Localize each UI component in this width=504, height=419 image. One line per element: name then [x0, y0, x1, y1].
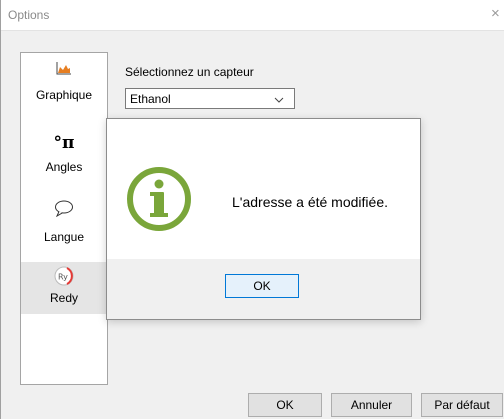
sidebar-item-redy[interactable]: Ry Redy: [21, 262, 107, 314]
sensor-dropdown[interactable]: Ethanol: [125, 88, 295, 109]
sidebar: Graphique °π Angles Langue Ry Redy: [20, 52, 108, 385]
window-title: Options: [8, 8, 50, 22]
redy-logo-icon: Ry: [21, 266, 107, 289]
cancel-button[interactable]: Annuler: [331, 393, 412, 417]
options-window: Options × Graphique °π Angles Langue Ry …: [0, 0, 504, 419]
degree-pi-icon: °π: [53, 133, 75, 153]
svg-text:Ry: Ry: [58, 273, 68, 282]
sensor-selected-value: Ethanol: [130, 92, 171, 106]
chevron-down-icon: [274, 93, 284, 107]
default-button[interactable]: Par défaut: [421, 393, 503, 417]
chart-icon: [21, 61, 107, 78]
sidebar-item-label: Langue: [43, 230, 85, 244]
sidebar-item-angles[interactable]: °π Angles: [21, 125, 107, 187]
sensor-label: Sélectionnez un capteur: [125, 65, 254, 79]
ok-button[interactable]: OK: [248, 393, 322, 417]
title-bar: Options ×: [1, 0, 504, 31]
dialog-ok-button[interactable]: OK: [225, 274, 299, 298]
sidebar-item-label: Angles: [45, 160, 83, 174]
sidebar-item-graphique[interactable]: Graphique: [21, 53, 107, 115]
message-dialog: L'adresse a été modifiée. OK: [106, 118, 421, 320]
dialog-message: L'adresse a été modifiée.: [232, 194, 388, 210]
sidebar-item-label: Graphique: [35, 88, 93, 102]
info-icon: [125, 165, 193, 236]
sidebar-item-label: Redy: [49, 291, 78, 305]
speech-bubble-icon: [21, 199, 107, 220]
close-icon[interactable]: ×: [491, 5, 500, 22]
sidebar-item-langue[interactable]: Langue: [21, 193, 107, 255]
